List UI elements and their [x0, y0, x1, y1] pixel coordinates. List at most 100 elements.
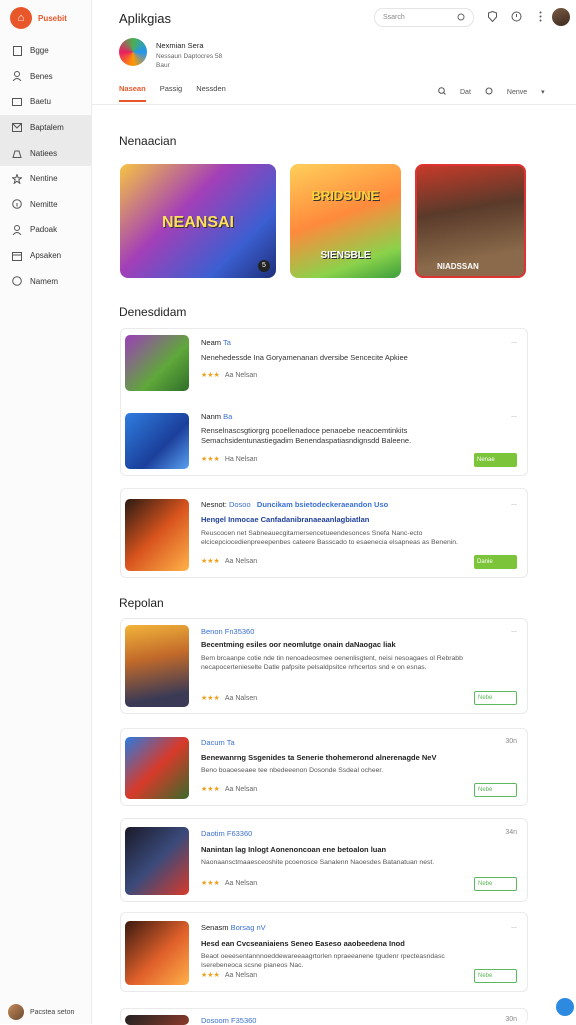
more-button[interactable]: 30n: [505, 738, 517, 745]
more-button[interactable]: ...: [511, 500, 517, 507]
popular-card-5[interactable]: Dosoom F35360 30n: [120, 1008, 528, 1025]
list-item[interactable]: Nanm Ba Renselnascsgtiorgrg pcoellenadoc…: [121, 411, 527, 471]
star-icon: [12, 173, 22, 184]
tab-2[interactable]: Passig: [160, 84, 183, 102]
app-rating: ★★★ Aa Nelsan: [201, 558, 258, 565]
app-thumbnail: [125, 625, 189, 707]
app-rating: ★★★ Ha Nelsan: [201, 456, 258, 463]
sidebar-item-8[interactable]: Padoak: [0, 217, 91, 243]
list-item[interactable]: Nesnot: Dosoo Duncikam bsietodeckeraeand…: [121, 497, 527, 573]
app-rating: ★★★ Aa Nelsan: [201, 972, 258, 979]
app-thumbnail: [125, 737, 189, 799]
sidebar-item-label: Padoak: [30, 225, 58, 235]
sidebar-item-3[interactable]: Baetu: [0, 89, 91, 115]
chevron-down-icon[interactable]: ▾: [541, 88, 545, 96]
popular-card-3[interactable]: Daotim F63360 Nanintan lag Inlogt Aoneno…: [120, 818, 528, 902]
calendar-icon: [12, 251, 22, 261]
brand-logo-icon: ⌂: [10, 7, 32, 29]
app-thumbnail: [125, 499, 189, 571]
app-thumbnail: [125, 335, 189, 391]
user-avatar[interactable]: [552, 8, 570, 26]
top-icons: [487, 11, 546, 22]
tool-1[interactable]: Dat: [460, 89, 471, 96]
app-rating: ★★★ Aa Nelsan: [201, 880, 258, 887]
app-rating: ★★★ Aa Nalsen: [201, 695, 258, 702]
sidebar-item-label: Nentine: [30, 174, 58, 184]
sidebar-item-label: Benes: [30, 71, 53, 81]
sidebar-footer[interactable]: Pacstea seton: [8, 1004, 74, 1020]
featured-card-1[interactable]: NEANSAI 5: [120, 164, 276, 278]
featured-card-text: BRIDSUNE: [311, 188, 380, 203]
sidebar-item-2[interactable]: Benes: [0, 64, 91, 90]
sidebar-item-6[interactable]: Nentine: [0, 166, 91, 192]
sidebar-item-4[interactable]: Baptalem: [0, 114, 91, 141]
sidebar-item-label: Baptalem: [30, 123, 64, 133]
sidebar-item-5[interactable]: Natiees: [0, 140, 91, 166]
search-placeholder: Ssarch: [383, 14, 405, 21]
featured-card-text: NIADSSAN: [437, 262, 479, 271]
tab-1[interactable]: Nasean: [119, 84, 146, 102]
profile-subtitle: Nessaun Daptocres 58: [156, 53, 223, 60]
list-item[interactable]: Neam Ta Nenehedessde Ina Goryamenanan dv…: [121, 335, 527, 401]
app-description: Naonaansctmaaesceoshite pcoenosce Sanale…: [201, 859, 435, 866]
recommended-card: Neam Ta Nenehedessde Ina Goryamenanan dv…: [120, 328, 528, 476]
brand[interactable]: ⌂ Pusebit: [0, 0, 91, 36]
popular-card-1[interactable]: Benon Fn35360 Becentming esiles oor neom…: [120, 618, 528, 714]
recommended-card-2: Nesnot: Dosoo Duncikam bsietodeckeraeand…: [120, 488, 528, 578]
sidebar-footer-label: Pacstea seton: [30, 1008, 75, 1016]
sidebar-item-label: Nemitte: [30, 199, 58, 209]
featured-card-3[interactable]: NIADSSAN: [415, 164, 526, 278]
app-description: Renselnascsgtiorgrg pcoellenadoce penaoe…: [201, 426, 412, 445]
featured-card-subtext: SIENSBLE: [320, 250, 371, 261]
clock-icon[interactable]: [511, 11, 522, 22]
app-description: Beaot oeeesentannnoeddewareeaagrtorlen n…: [201, 953, 445, 969]
sidebar-item-9[interactable]: Apsaken: [0, 243, 91, 269]
popular-card-2[interactable]: Dacum Ta Benewanrng Ssgenides ta Senerie…: [120, 728, 528, 806]
sidebar-item-label: Bgge: [30, 46, 49, 56]
status-badge[interactable]: Nebe: [474, 783, 517, 797]
tab-3[interactable]: Nessden: [196, 84, 226, 102]
bag-icon: [12, 148, 22, 159]
main-content: Aplikgias Ssarch Nexmian Sera Nessaun Da…: [92, 0, 576, 1025]
status-badge[interactable]: Nebe: [474, 877, 517, 891]
shield-icon[interactable]: [487, 11, 498, 22]
app-title: Nesnot: Dosoo Duncikam bsietodeckeraeand…: [201, 500, 389, 509]
app-subtitle: Hengel Inmocae Canfadanibranaeaanlagbiat…: [201, 515, 370, 524]
refresh-icon: [457, 13, 465, 23]
section-title-popular: Repolan: [119, 596, 164, 610]
popular-card-4[interactable]: Senasm Borsag nV Hesd ean Cvcseaniaiens …: [120, 912, 528, 992]
more-vert-icon[interactable]: [535, 11, 546, 22]
search-icon[interactable]: [438, 87, 446, 97]
folder-icon: [12, 97, 22, 107]
featured-card-text: NEANSAI: [161, 214, 234, 231]
search-input[interactable]: Ssarch: [374, 8, 474, 27]
more-button[interactable]: 34n: [505, 829, 517, 836]
profile-header: Nexmian Sera Nessaun Daptocres 58 Baur: [119, 38, 222, 69]
sidebar: ⌂ Pusebit Bgge Benes Baetu Baptalem Nati…: [0, 0, 92, 1024]
status-badge[interactable]: Nebe: [474, 691, 517, 705]
sidebar-item-1[interactable]: Bgge: [0, 38, 91, 64]
divider: [92, 104, 576, 105]
more-button[interactable]: 30n: [505, 1016, 517, 1023]
sidebar-item-label: Natiees: [30, 148, 58, 158]
help-icon: [12, 276, 22, 286]
sync-icon[interactable]: [485, 87, 493, 97]
featured-badge: 5: [258, 260, 270, 272]
more-button[interactable]: ...: [511, 412, 517, 419]
more-button[interactable]: ...: [511, 923, 517, 930]
status-badge[interactable]: Nebe: [474, 969, 517, 983]
status-badge[interactable]: Danie: [474, 555, 517, 569]
app-thumbnail: [125, 827, 189, 895]
more-button[interactable]: ...: [511, 627, 517, 634]
info-icon: [12, 199, 22, 210]
sidebar-item-label: Baetu: [30, 97, 51, 107]
tool-2[interactable]: Nenve: [507, 89, 527, 96]
sidebar-item-10[interactable]: Namem: [0, 268, 91, 294]
sidebar-item-7[interactable]: Nemitte: [0, 192, 91, 218]
status-badge[interactable]: Nenae: [474, 453, 517, 467]
more-button[interactable]: ...: [511, 338, 517, 345]
chat-fab-button[interactable]: [556, 998, 574, 1016]
featured-card-2[interactable]: BRIDSUNE SIENSBLE: [290, 164, 401, 278]
app-description: Reuscocen net Sabneauecgitarnersencetuee…: [201, 530, 458, 546]
tab-bar: Nasean Passig Nessden: [119, 84, 226, 102]
